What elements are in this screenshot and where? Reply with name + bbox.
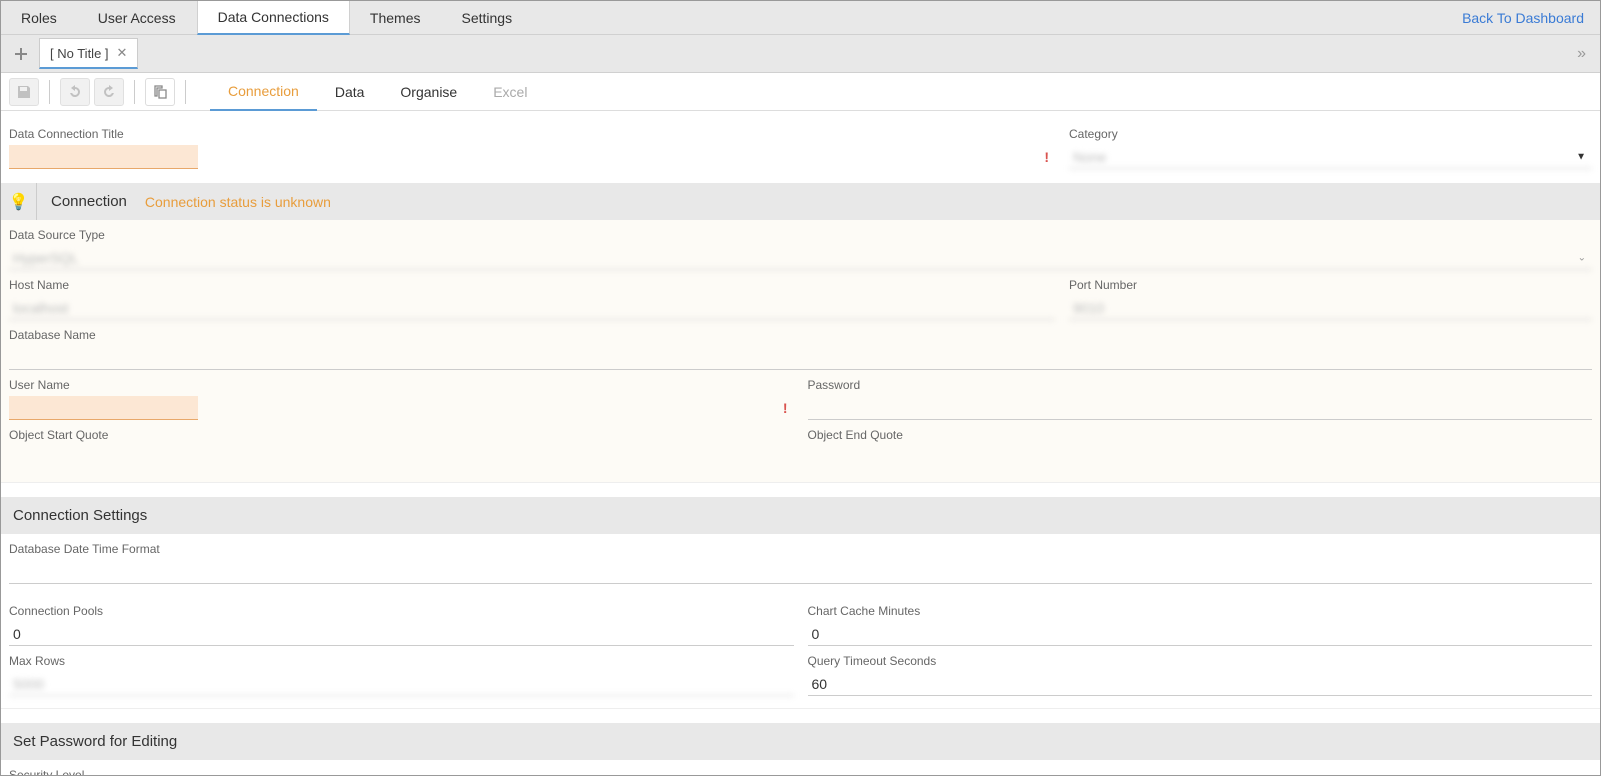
save-icon xyxy=(16,84,32,100)
data-source-type-label: Data Source Type xyxy=(9,228,1592,242)
close-document-button[interactable]: ✕ xyxy=(117,45,128,61)
connection-section-body: Data Source Type HyperSQL ⌄ Host Name lo… xyxy=(1,220,1600,483)
document-tab-bar: [ No Title ] ✕ » xyxy=(1,35,1600,73)
inner-tab-excel: Excel xyxy=(475,73,545,110)
connection-settings-body: Database Date Time Format Connection Poo… xyxy=(1,534,1600,709)
set-password-header: Set Password for Editing xyxy=(1,723,1600,760)
connection-pools-input[interactable]: 0 xyxy=(9,622,794,646)
connection-section-header: 💡 Connection Connection status is unknow… xyxy=(1,183,1600,220)
tab-user-access[interactable]: User Access xyxy=(78,1,197,34)
chart-cache-input[interactable]: 0 xyxy=(808,622,1593,646)
object-start-quote-label: Object Start Quote xyxy=(9,428,794,442)
database-name-label: Database Name xyxy=(9,328,1592,342)
lightbulb-icon[interactable]: 💡 xyxy=(9,192,29,212)
form-area: Data Connection Title ! Category None ▼ … xyxy=(1,111,1600,776)
copy-icon xyxy=(152,84,168,100)
tab-themes[interactable]: Themes xyxy=(350,1,442,34)
back-to-dashboard-link[interactable]: Back To Dashboard xyxy=(1446,1,1600,34)
db-date-format-label: Database Date Time Format xyxy=(9,542,1592,556)
object-end-quote-label: Object End Quote xyxy=(808,428,1593,442)
error-icon: ! xyxy=(1044,149,1049,165)
object-end-quote-input[interactable] xyxy=(808,446,1593,470)
chevron-down-icon: ⌄ xyxy=(1578,253,1586,264)
undo-button[interactable] xyxy=(60,78,90,106)
new-document-button[interactable] xyxy=(9,42,33,66)
set-password-header-text: Set Password for Editing xyxy=(13,733,177,750)
security-level-label: Security Level xyxy=(9,768,1592,776)
chart-cache-label: Chart Cache Minutes xyxy=(808,604,1593,618)
document-tab[interactable]: [ No Title ] ✕ xyxy=(39,38,138,69)
port-number-input[interactable]: 9010 xyxy=(1069,296,1592,320)
category-label: Category xyxy=(1069,127,1592,141)
toolbar: Connection Data Organise Excel xyxy=(1,73,1600,111)
document-tab-title: [ No Title ] xyxy=(50,46,109,61)
query-timeout-input[interactable]: 60 xyxy=(808,672,1593,696)
undo-icon xyxy=(67,84,83,100)
query-timeout-label: Query Timeout Seconds xyxy=(808,654,1593,668)
toolbar-divider xyxy=(185,80,186,104)
host-name-input[interactable]: localhost xyxy=(9,296,1055,320)
error-icon: ! xyxy=(783,400,788,416)
inner-tab-organise[interactable]: Organise xyxy=(382,73,475,110)
connection-settings-header: Connection Settings xyxy=(1,497,1600,534)
inner-tab-data[interactable]: Data xyxy=(317,73,383,110)
user-name-label: User Name xyxy=(9,378,794,392)
inner-tab-connection[interactable]: Connection xyxy=(210,73,317,111)
redo-icon xyxy=(101,84,117,100)
tab-data-connections[interactable]: Data Connections xyxy=(197,1,350,35)
db-date-format-input[interactable] xyxy=(9,560,1592,584)
connection-settings-header-text: Connection Settings xyxy=(13,507,147,524)
toolbar-divider xyxy=(134,80,135,104)
user-name-input[interactable] xyxy=(9,396,198,420)
top-nav-bar: Roles User Access Data Connections Theme… xyxy=(1,1,1600,35)
connection-header-text: Connection xyxy=(51,193,127,210)
max-rows-input[interactable]: 5000 xyxy=(9,672,794,696)
tab-overflow-button[interactable]: » xyxy=(1577,45,1592,63)
password-label: Password xyxy=(808,378,1593,392)
chevron-down-icon: ▼ xyxy=(1576,152,1586,163)
connection-pools-label: Connection Pools xyxy=(9,604,794,618)
title-input[interactable] xyxy=(9,145,198,169)
title-label: Data Connection Title xyxy=(9,127,1055,141)
host-name-label: Host Name xyxy=(9,278,1055,292)
password-input[interactable] xyxy=(808,396,1593,420)
connection-status-text: Connection status is unknown xyxy=(145,194,331,210)
redo-button[interactable] xyxy=(94,78,124,106)
plus-icon xyxy=(13,46,29,62)
tab-settings[interactable]: Settings xyxy=(441,1,533,34)
set-password-body: Security Level No password ⌄ xyxy=(1,760,1600,776)
tab-roles[interactable]: Roles xyxy=(1,1,78,34)
port-number-label: Port Number xyxy=(1069,278,1592,292)
object-start-quote-input[interactable] xyxy=(9,446,794,470)
database-name-input[interactable] xyxy=(9,346,1592,370)
max-rows-label: Max Rows xyxy=(9,654,794,668)
inner-tab-bar: Connection Data Organise Excel xyxy=(210,73,545,110)
data-source-type-select[interactable]: HyperSQL xyxy=(9,246,1592,270)
copy-button[interactable] xyxy=(145,78,175,106)
category-select[interactable]: None xyxy=(1069,145,1592,169)
save-button[interactable] xyxy=(9,78,39,106)
toolbar-divider xyxy=(49,80,50,104)
